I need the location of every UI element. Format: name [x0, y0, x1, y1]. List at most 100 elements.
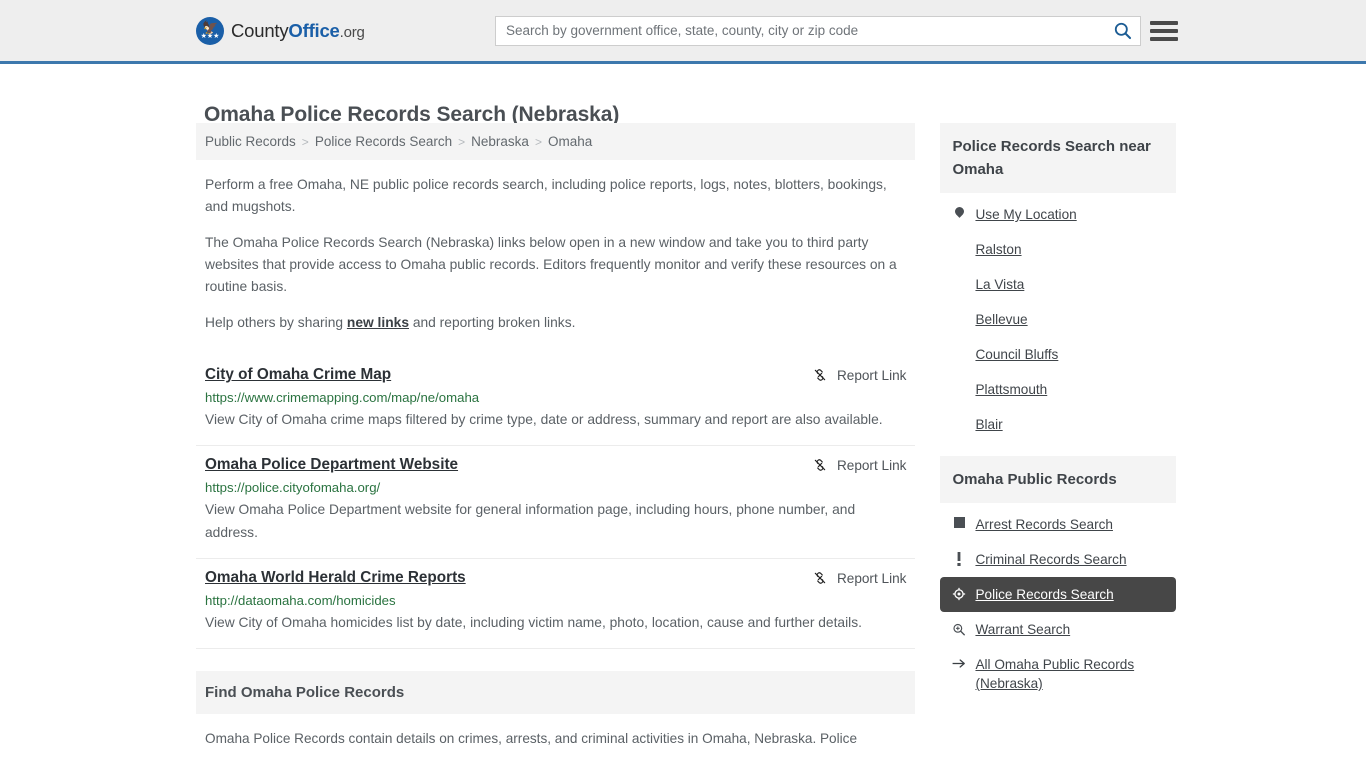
broken-link-icon: [814, 572, 826, 584]
nearby-searches-list: Use My Location Ralston La Vista Bellevu…: [940, 193, 1176, 442]
results-list: City of Omaha Crime Map Report Link http…: [196, 356, 916, 649]
result-row: City of Omaha Crime Map Report Link http…: [196, 356, 916, 446]
search-input[interactable]: [496, 16, 1104, 45]
county-office-logo-icon: 🦅 ★★★: [196, 16, 224, 45]
result-title-link[interactable]: Omaha Police Department Website: [205, 456, 458, 474]
breadcrumb-separator: >: [301, 134, 309, 149]
sidebar-item-la-vista[interactable]: La Vista: [940, 267, 1176, 302]
arrow-right-icon: [952, 655, 966, 670]
hamburger-bar-1: [1150, 20, 1178, 25]
result-header: Omaha Police Department Website Report L…: [205, 456, 906, 474]
sidebar-item-label: Arrest Records Search: [975, 517, 1113, 532]
sidebar-item-arrest-records-search[interactable]: Arrest Records Search: [940, 507, 1176, 542]
sidebar-item-label: Blair: [975, 417, 1003, 432]
report-link-label: Report Link: [836, 367, 907, 383]
spacer-icon: [952, 310, 966, 312]
brand-part-office: Office: [288, 19, 340, 41]
sidebar-item-bellevue[interactable]: Bellevue: [940, 302, 1176, 337]
sidebar-item-label: Ralston: [975, 242, 1022, 257]
new-links-link[interactable]: new links: [347, 315, 409, 330]
search-icon: [1114, 22, 1131, 40]
spacer-icon: [952, 380, 966, 382]
police-badge-icon: [952, 585, 966, 601]
sidebar-item-use-my-location[interactable]: Use My Location: [940, 197, 1176, 232]
broken-link-icon: [814, 369, 826, 381]
result-header: Omaha World Herald Crime Reports Report …: [205, 569, 906, 587]
intro-paragraph-2: The Omaha Police Records Search (Nebrask…: [205, 235, 897, 294]
result-url: https://police.cityofomaha.org/: [205, 480, 381, 495]
spacer-icon: [952, 275, 966, 277]
result-header: City of Omaha Crime Map Report Link: [205, 366, 906, 384]
brand-part-county: County: [231, 19, 289, 41]
find-records-heading: Find Omaha Police Records: [196, 671, 916, 714]
result-description: View City of Omaha homicides list by dat…: [205, 615, 862, 630]
breadcrumb-separator: >: [458, 134, 466, 149]
report-link-label: Report Link: [836, 457, 907, 473]
result-title-link[interactable]: Omaha World Herald Crime Reports: [205, 569, 466, 587]
public-records-box: Omaha Public Records Arrest Records Sear…: [940, 456, 1176, 701]
hamburger-bar-2: [1150, 28, 1178, 33]
main-column: Public Records > Police Records Search >…: [196, 123, 916, 750]
hamburger-bar-3: [1150, 36, 1178, 41]
public-records-heading: Omaha Public Records: [940, 456, 1176, 503]
find-records-section: Find Omaha Police Records Omaha Police R…: [196, 671, 916, 750]
breadcrumb-item-nebraska[interactable]: Nebraska: [471, 134, 529, 149]
sidebar-item-council-bluffs[interactable]: Council Bluffs: [940, 337, 1176, 372]
sidebar-item-all-omaha-public-records[interactable]: All Omaha Public Records (Nebraska): [940, 647, 1176, 701]
result-title-link[interactable]: City of Omaha Crime Map: [205, 366, 391, 384]
breadcrumb: Public Records > Police Records Search >…: [196, 123, 916, 160]
breadcrumb-separator: >: [534, 134, 542, 149]
sidebar-item-label: Council Bluffs: [975, 347, 1059, 362]
sidebar-item-blair[interactable]: Blair: [940, 407, 1176, 442]
magnifier-plus-icon: [952, 620, 966, 637]
sidebar-item-label: Plattsmouth: [975, 382, 1048, 397]
report-link-label: Report Link: [836, 570, 907, 586]
sidebar-item-plattsmouth[interactable]: Plattsmouth: [940, 372, 1176, 407]
breadcrumb-item-police-records-search[interactable]: Police Records Search: [315, 134, 452, 149]
sidebar: Police Records Search near Omaha Use My …: [940, 123, 1176, 750]
sidebar-item-label: La Vista: [975, 277, 1025, 292]
result-row: Omaha World Herald Crime Reports Report …: [196, 559, 916, 649]
breadcrumb-item-public-records[interactable]: Public Records: [205, 134, 296, 149]
square-icon: [952, 515, 966, 528]
site-header: 🦅 ★★★ CountyOffice.org: [0, 0, 1366, 64]
site-logo[interactable]: 🦅 ★★★ CountyOffice.org: [196, 16, 365, 45]
spacer-icon: [952, 240, 966, 242]
content-columns: Public Records > Police Records Search >…: [196, 123, 1176, 750]
intro-p3-after: and reporting broken links.: [409, 315, 576, 330]
brand-part-org: .org: [339, 23, 365, 41]
search-bar[interactable]: [495, 15, 1141, 46]
sidebar-item-label: Criminal Records Search: [975, 552, 1127, 567]
broken-link-icon: [814, 459, 826, 471]
sidebar-item-label: All Omaha Public Records (Nebraska): [975, 657, 1135, 691]
report-link-button[interactable]: Report Link: [812, 569, 907, 586]
breadcrumb-item-omaha[interactable]: Omaha: [548, 134, 592, 149]
intro-paragraph-3: Help others by sharing new links and rep…: [205, 312, 906, 334]
sidebar-item-label: Police Records Search: [975, 587, 1114, 602]
result-description: View Omaha Police Department website for…: [205, 502, 856, 540]
hamburger-menu-button[interactable]: [1150, 19, 1178, 43]
map-pin-icon: [952, 205, 966, 218]
result-row: Omaha Police Department Website Report L…: [196, 446, 916, 559]
nearby-searches-heading: Police Records Search near Omaha: [940, 123, 1176, 193]
sidebar-item-police-records-search[interactable]: Police Records Search: [940, 577, 1176, 612]
intro-section: Perform a free Omaha, NE public police r…: [196, 174, 915, 334]
intro-paragraph-1: Perform a free Omaha, NE public police r…: [205, 177, 887, 214]
report-link-button[interactable]: Report Link: [812, 366, 907, 383]
spacer-icon: [952, 415, 966, 417]
exclamation-icon: [952, 550, 966, 566]
sidebar-item-label: Use My Location: [975, 207, 1077, 222]
find-records-body: Omaha Police Records contain details on …: [205, 731, 858, 746]
sidebar-item-warrant-search[interactable]: Warrant Search: [940, 612, 1176, 647]
sidebar-item-criminal-records-search[interactable]: Criminal Records Search: [940, 542, 1176, 577]
search-button[interactable]: [1104, 17, 1140, 45]
brand-text: CountyOffice.org: [231, 20, 365, 42]
sidebar-item-label: Warrant Search: [975, 622, 1071, 637]
result-url: https://www.crimemapping.com/map/ne/omah…: [205, 390, 480, 405]
sidebar-item-ralston[interactable]: Ralston: [940, 232, 1176, 267]
report-link-button[interactable]: Report Link: [812, 456, 907, 473]
sidebar-item-label: Bellevue: [975, 312, 1028, 327]
nearby-searches-box: Police Records Search near Omaha Use My …: [940, 123, 1176, 442]
spacer-icon: [952, 345, 966, 347]
result-description: View City of Omaha crime maps filtered b…: [205, 412, 883, 427]
